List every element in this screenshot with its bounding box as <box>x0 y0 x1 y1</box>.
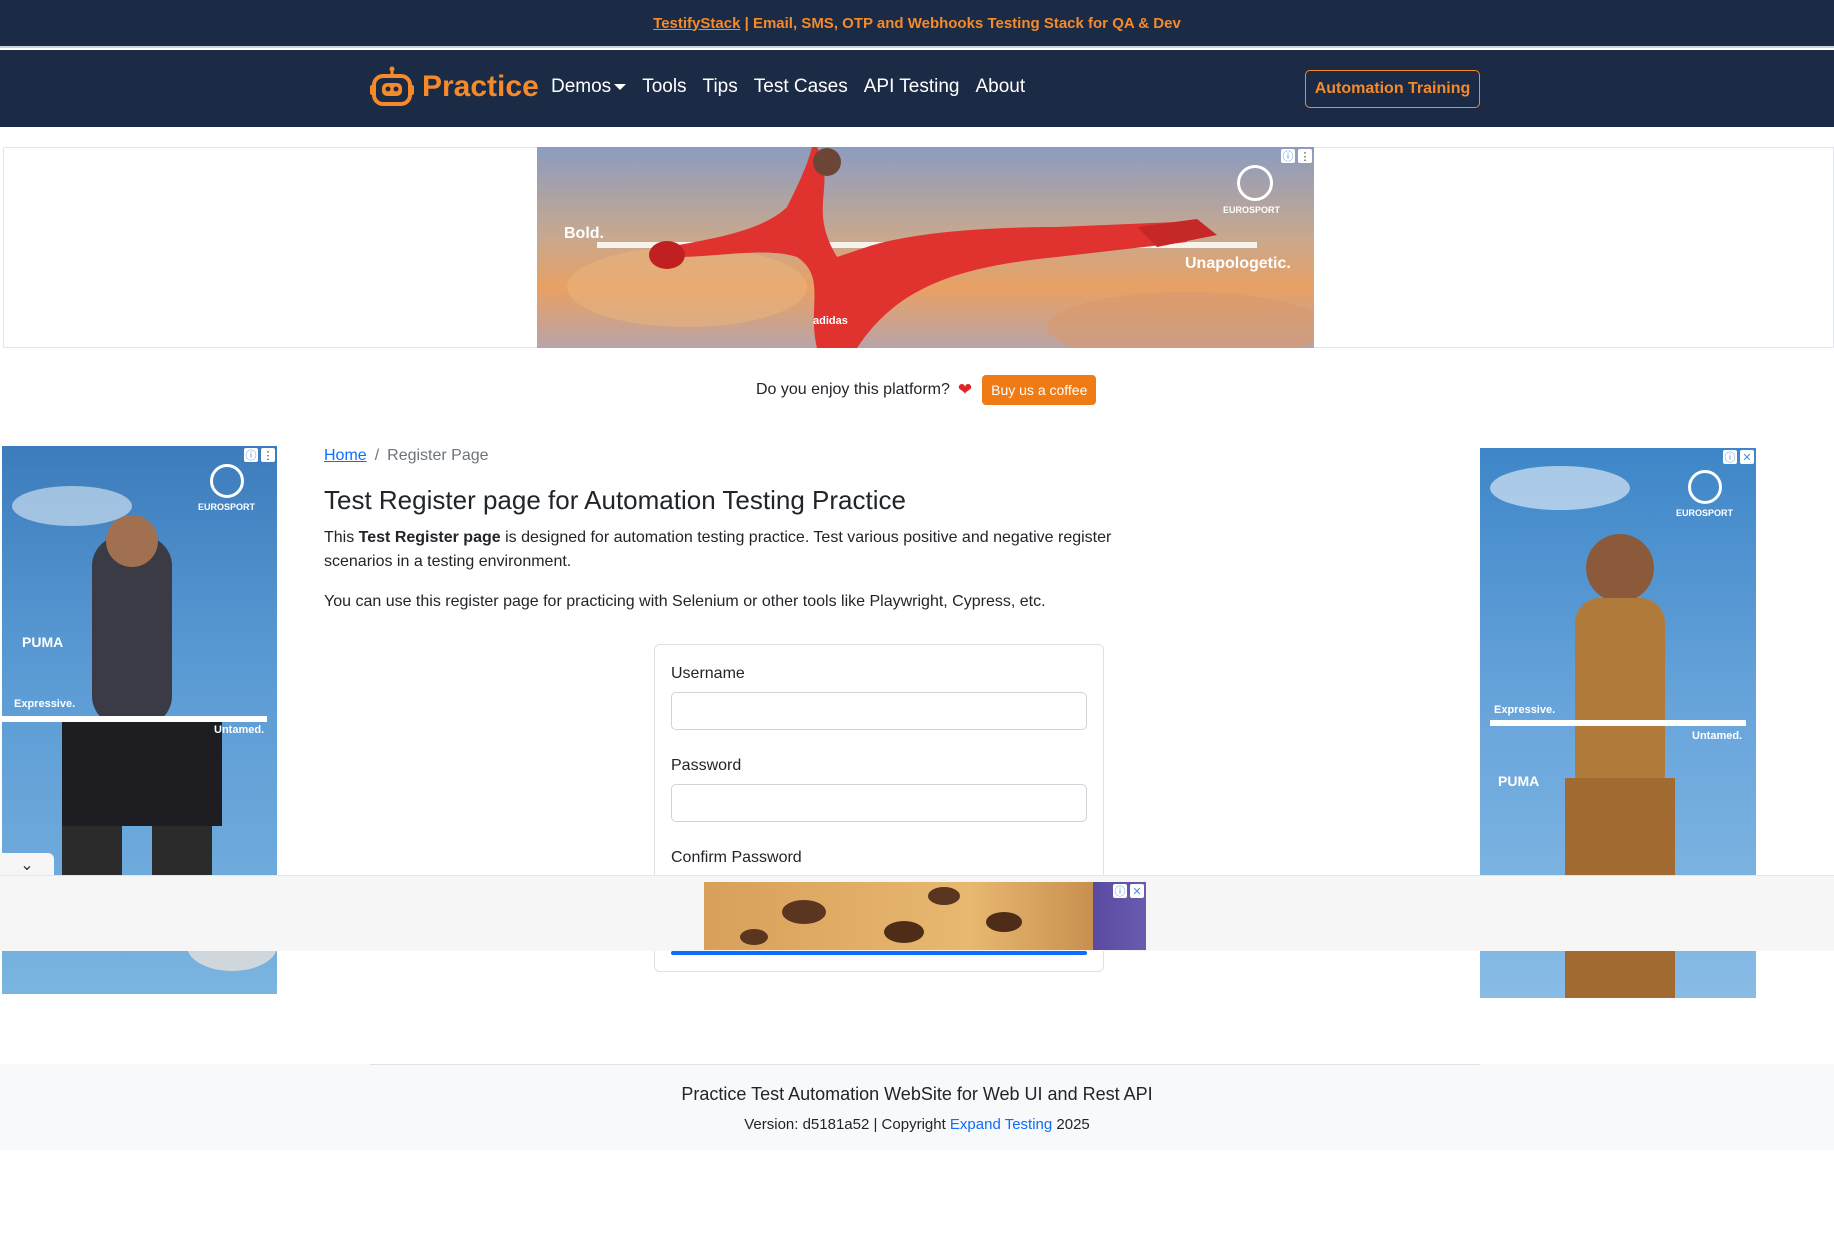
brand[interactable]: Practice <box>370 66 539 108</box>
breadcrumb-separator: / <box>374 447 380 464</box>
nav-about[interactable]: About <box>976 76 1026 98</box>
automation-training-button[interactable]: Automation Training <box>1305 70 1480 108</box>
ad-text-bold: Bold. <box>564 225 604 242</box>
ad-info-icon[interactable]: ⓘ <box>1281 149 1295 163</box>
right-ad-text2: Untamed. <box>1692 730 1743 742</box>
left-ad-text2: Untamed. <box>214 724 265 736</box>
sticky-bottom-ad: ⓘ ✕ <box>0 875 1834 951</box>
cookie-ad-close-icon[interactable]: ✕ <box>1130 884 1144 898</box>
robot-logo-icon <box>370 66 414 106</box>
breadcrumb-current: Register Page <box>387 447 489 464</box>
username-input[interactable] <box>671 692 1087 730</box>
nav-tips[interactable]: Tips <box>703 76 738 98</box>
ad-text-unapologetic: Unapologetic. <box>1185 255 1291 272</box>
top-banner-text: | Email, SMS, OTP and Webhooks Testing S… <box>740 14 1181 32</box>
right-ad-brand: EUROSPORT <box>1676 508 1734 518</box>
page-description-2: You can use this register page for pract… <box>324 593 1046 610</box>
page-title: Test Register page for Automation Testin… <box>324 485 906 515</box>
breadcrumb-home[interactable]: Home <box>324 447 367 465</box>
right-eurosport-logo-icon <box>1688 470 1722 504</box>
desc-bold: Test Register page <box>358 529 501 546</box>
footer-version-text: Version: d5181a52 | Copyright <box>744 1116 950 1133</box>
expand-testing-link[interactable]: Expand Testing <box>950 1116 1052 1133</box>
left-ad-info-icon[interactable]: ⓘ <box>244 448 258 462</box>
navbar: Practice Demos Tools Tips Test Cases API… <box>0 50 1834 127</box>
nav-demos[interactable]: Demos <box>551 76 627 98</box>
top-promo-banner: TestifyStack | Email, SMS, OTP and Webho… <box>0 0 1834 48</box>
left-ad-logo: PUMA <box>22 634 64 650</box>
eurosport-logo-icon <box>1237 165 1273 201</box>
left-ad-menu-icon[interactable]: ⋮ <box>261 448 275 462</box>
coffee-row: Do you enjoy this platform? ❤ Buy us a c… <box>756 375 1097 405</box>
right-ad-badges: ⓘ ✕ <box>1723 450 1754 464</box>
top-ad[interactable]: Bold. Unapologetic. EUROSPORT adidas ⓘ ⋮ <box>537 147 1314 348</box>
cookie-ad-badges: ⓘ ✕ <box>1113 884 1144 898</box>
right-ad-close-icon[interactable]: ✕ <box>1740 450 1754 464</box>
footer: Practice Test Automation WebSite for Web… <box>0 1064 1834 1150</box>
ad-athlete-image <box>567 147 1314 348</box>
nav-test-cases[interactable]: Test Cases <box>754 76 848 98</box>
caret-down-icon <box>614 83 627 90</box>
footer-title: Practice Test Automation WebSite for Web… <box>681 1084 1153 1104</box>
password-input[interactable] <box>671 784 1087 822</box>
right-ad-info-icon[interactable]: ⓘ <box>1723 450 1737 464</box>
cookie-image <box>740 887 1022 945</box>
password-label: Password <box>671 757 742 774</box>
ad-logo-adidas: adidas <box>813 315 848 327</box>
nav-links: Demos Tools Tips Test Cases API Testing … <box>551 76 1025 98</box>
nav-tools[interactable]: Tools <box>642 76 686 98</box>
nav-api-testing[interactable]: API Testing <box>864 76 960 98</box>
cookie-ad[interactable]: ⓘ ✕ <box>704 882 1146 950</box>
footer-version: Version: d5181a52 | Copyright Expand Tes… <box>0 1116 1834 1133</box>
coffee-question: Do you enjoy this platform? <box>756 381 950 398</box>
right-ad-logo: PUMA <box>1498 773 1540 789</box>
chevron-down-icon: ⌄ <box>20 857 34 874</box>
cookie-ad-info-icon[interactable]: ⓘ <box>1113 884 1127 898</box>
register-button[interactable] <box>671 951 1087 955</box>
nav-demos-label: Demos <box>551 76 612 97</box>
ad-brand: EUROSPORT <box>1223 205 1281 215</box>
ad-menu-icon[interactable]: ⋮ <box>1298 149 1312 163</box>
confirm-password-label: Confirm Password <box>671 849 802 866</box>
breadcrumb: Home / Register Page <box>324 447 1124 465</box>
main-content: Home / Register Page Test Register page … <box>324 447 1124 614</box>
desc-prefix: This <box>324 529 359 546</box>
footer-divider <box>370 1064 1480 1065</box>
footer-year: 2025 <box>1052 1116 1090 1133</box>
page-description: This Test Register page is designed for … <box>324 526 1124 574</box>
brand-label: Practice <box>422 70 539 103</box>
username-label: Username <box>671 665 745 682</box>
buy-coffee-button[interactable]: Buy us a coffee <box>982 375 1097 405</box>
ad-badges: ⓘ ⋮ <box>1281 149 1312 163</box>
left-eurosport-logo-icon <box>210 464 244 498</box>
testifystack-link[interactable]: TestifyStack <box>653 15 740 32</box>
left-ad-brand: EUROSPORT <box>198 502 256 512</box>
right-ad-text1: Expressive. <box>1494 704 1556 716</box>
left-ad-text1: Expressive. <box>14 698 76 710</box>
left-ad-badges: ⓘ ⋮ <box>244 448 275 462</box>
heart-icon: ❤ <box>957 380 973 399</box>
sticky-ad-toggle[interactable]: ⌄ <box>0 853 54 877</box>
